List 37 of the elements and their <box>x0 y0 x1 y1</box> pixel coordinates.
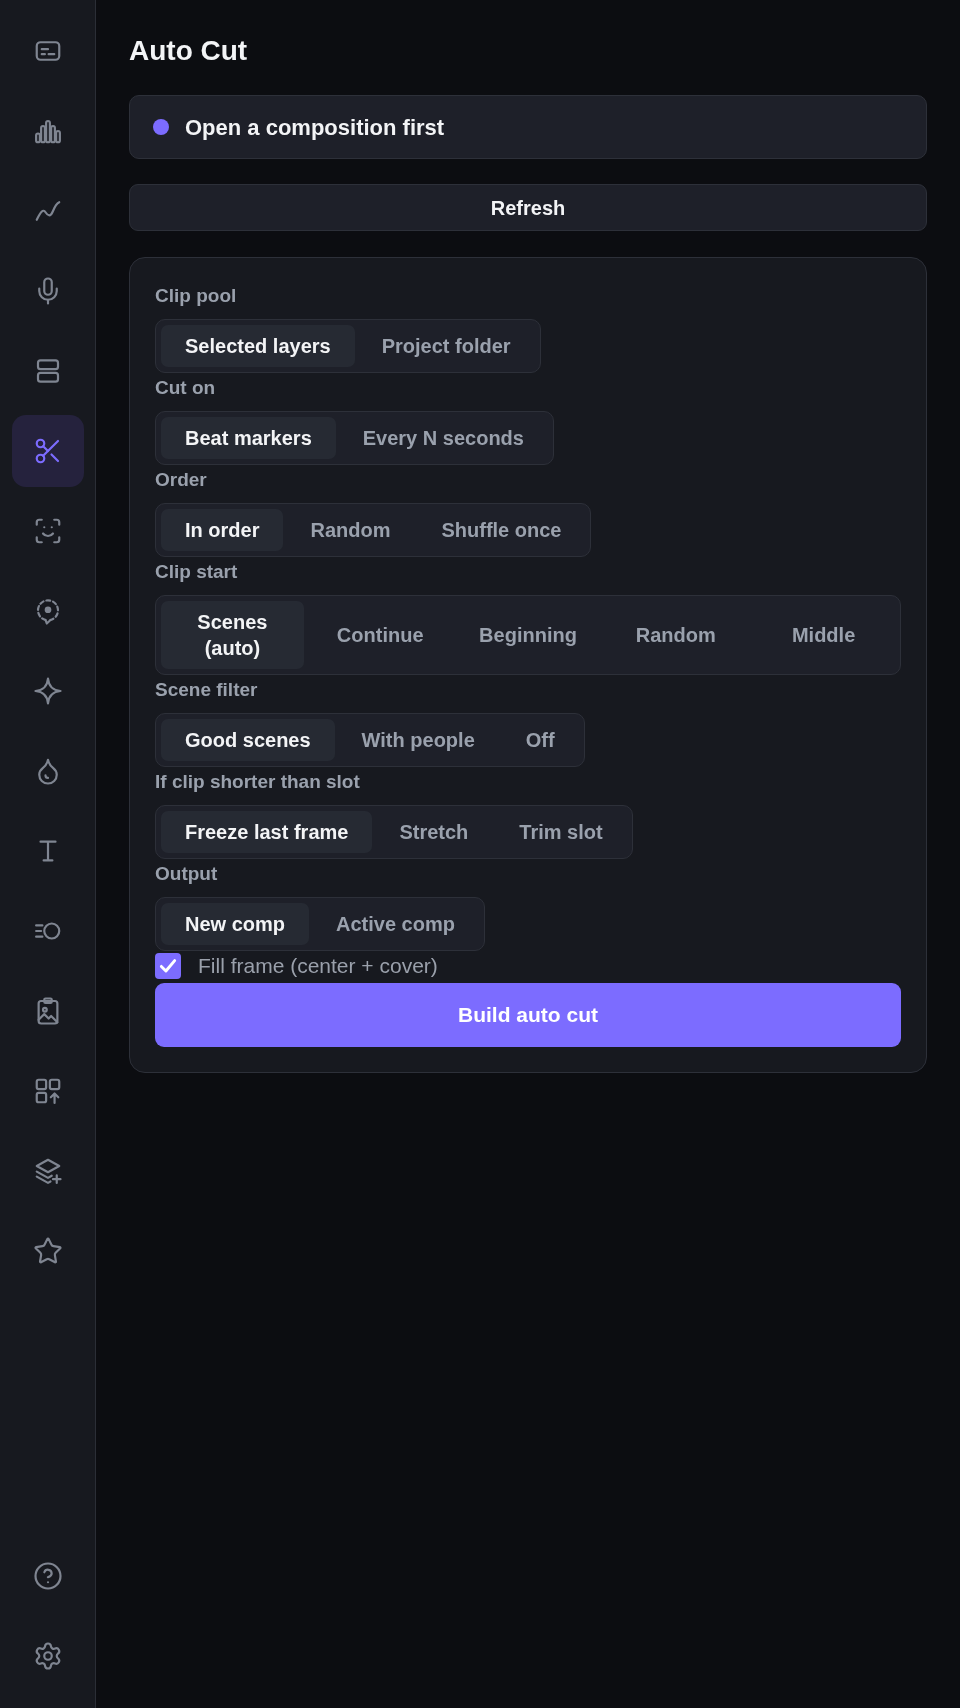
segment-option[interactable]: Selected layers <box>161 325 355 367</box>
checkbox[interactable] <box>155 953 181 979</box>
segment-option[interactable]: With people <box>337 719 499 761</box>
segment-option[interactable]: Random <box>286 509 415 551</box>
segment-option[interactable]: Continue <box>308 601 452 669</box>
segment-option[interactable]: Project folder <box>357 325 535 367</box>
star-icon <box>32 1236 63 1266</box>
field-label: If clip shorter than slot <box>155 770 361 794</box>
build-button[interactable]: Build auto cut <box>155 983 901 1047</box>
segment-option[interactable]: Beginning <box>456 601 600 669</box>
status-message: Open a composition first <box>185 113 445 142</box>
sparkle-icon <box>32 676 63 706</box>
refresh-button[interactable]: Refresh <box>129 184 927 231</box>
segment-option[interactable]: Middle <box>752 601 895 669</box>
segment-option[interactable]: Off <box>501 719 579 761</box>
segment-option[interactable]: Beat markers <box>161 417 336 459</box>
segment-option[interactable]: Trim slot <box>495 811 627 853</box>
sidebar-button[interactable] <box>11 415 84 487</box>
field-label: Order <box>155 468 208 492</box>
segment-option[interactable]: Freeze last frame <box>161 811 373 853</box>
checkbox-label[interactable]: Fill frame (center + cover) <box>198 951 438 981</box>
segment-option[interactable]: Stretch <box>375 811 493 853</box>
segment-option[interactable]: New comp <box>161 903 310 945</box>
field-label: Cut on <box>155 376 217 400</box>
segment-option[interactable]: Good scenes <box>161 719 335 761</box>
page-title: Auto Cut <box>129 34 249 68</box>
help-icon <box>32 1561 63 1591</box>
segment-option[interactable]: Every N seconds <box>338 417 548 459</box>
segment-option[interactable]: Scenes (auto) <box>161 601 304 669</box>
segment-option[interactable]: Random <box>604 601 748 669</box>
field-label: Clip pool <box>155 284 238 308</box>
field-label: Output <box>155 862 219 886</box>
field-label: Scene filter <box>155 678 259 702</box>
segment-option[interactable]: Active comp <box>312 903 479 945</box>
field-label: Clip start <box>155 560 239 584</box>
segment-option[interactable]: In order <box>161 509 284 551</box>
segment-option[interactable]: Shuffle once <box>417 509 586 551</box>
